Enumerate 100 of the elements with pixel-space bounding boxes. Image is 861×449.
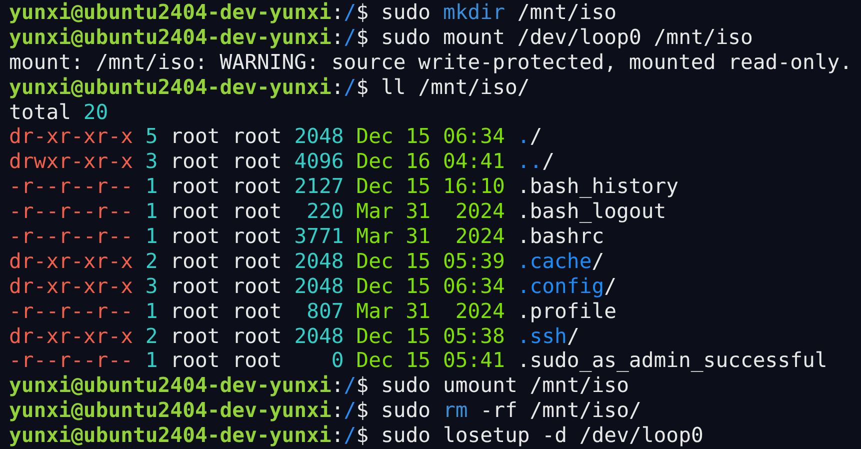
- link-count: 1: [145, 298, 158, 324]
- command-word: ll: [380, 74, 406, 100]
- command-word: sudo: [380, 398, 431, 424]
- directory-name: .cache: [517, 248, 592, 274]
- time-text: 05:41: [442, 348, 505, 374]
- group-name: root: [232, 348, 282, 374]
- group-name: root: [232, 274, 282, 299]
- prompt-path: /: [344, 74, 356, 100]
- prompt-user-host: yunxi@ubuntu2404-dev-yunxi: [9, 74, 332, 100]
- path-slash: /: [604, 274, 617, 299]
- day-text: 15: [406, 124, 431, 150]
- permissions-text: dr-xr-xr-x: [9, 248, 133, 274]
- prompt-user-host: yunxi@ubuntu2404-dev-yunxi: [9, 423, 332, 448]
- command-word: -rf: [480, 398, 518, 424]
- group-name: root: [232, 124, 282, 150]
- link-count: 5: [145, 124, 158, 150]
- file-size: 0: [330, 348, 344, 374]
- day-text: 31: [406, 199, 431, 224]
- permissions-text: dr-xr-xr-x: [9, 324, 133, 348]
- group-name: root: [232, 298, 282, 324]
- owner-name: root: [170, 224, 220, 249]
- permissions-text: -r--r--r--: [9, 298, 133, 324]
- prompt-path: /: [344, 24, 356, 50]
- command-word: sudo: [380, 373, 431, 398]
- command-word: umount: [442, 373, 518, 398]
- prompt-user-host: yunxi@ubuntu2404-dev-yunxi: [9, 0, 332, 25]
- day-text: 15: [406, 174, 431, 200]
- month-text: Dec: [356, 324, 394, 348]
- command-word: losetup: [442, 423, 530, 448]
- prompt-colon: :: [331, 398, 344, 424]
- path-slash: /: [566, 324, 580, 348]
- time-text: 2024: [454, 224, 505, 249]
- permissions-text: -r--r--r--: [9, 174, 133, 200]
- time-text: 05:39: [442, 248, 505, 274]
- command-word: /dev/loop0: [579, 423, 704, 448]
- command-word: /mnt/iso/: [530, 398, 642, 424]
- file-name: .profile: [517, 298, 617, 324]
- path-slash: /: [530, 124, 542, 150]
- command-word: sudo: [380, 423, 431, 448]
- month-text: Mar: [356, 199, 394, 224]
- month-text: Dec: [356, 274, 394, 299]
- prompt-path: /: [344, 373, 356, 398]
- owner-name: root: [170, 324, 220, 348]
- file-size: 2048: [294, 248, 344, 274]
- file-size: 2048: [294, 324, 344, 348]
- prompt-colon: :: [331, 373, 344, 398]
- link-count: 1: [145, 224, 158, 249]
- month-text: Dec: [356, 174, 394, 200]
- prompt-symbol: $: [356, 373, 369, 398]
- prompt-symbol: $: [356, 398, 369, 424]
- prompt-symbol: $: [356, 74, 369, 100]
- permissions-text: dr-xr-xr-x: [9, 274, 133, 299]
- month-text: Dec: [356, 248, 394, 274]
- command-word: sudo: [380, 24, 431, 50]
- owner-name: root: [170, 248, 220, 274]
- day-text: 15: [406, 274, 431, 299]
- file-size: 2048: [294, 124, 344, 150]
- group-name: root: [232, 248, 282, 274]
- directory-name: .ssh: [517, 324, 567, 348]
- link-count: 1: [145, 348, 158, 374]
- prompt-symbol: $: [356, 24, 369, 50]
- command-word: /mnt/iso: [530, 373, 629, 398]
- command-word: /mnt/iso: [517, 0, 617, 25]
- file-name: .sudo_as_admin_successful: [517, 348, 828, 374]
- prompt-colon: :: [331, 74, 344, 100]
- permissions-text: -r--r--r--: [9, 199, 133, 224]
- month-text: Mar: [356, 298, 394, 324]
- file-size: 220: [306, 199, 344, 224]
- prompt-path: /: [344, 423, 356, 448]
- file-name: .bash_history: [517, 174, 679, 200]
- day-text: 16: [406, 149, 431, 174]
- month-text: Dec: [356, 149, 394, 174]
- link-count: 1: [145, 199, 158, 224]
- group-name: root: [232, 149, 282, 174]
- file-size: 2127: [294, 174, 344, 200]
- permissions-text: dr-xr-xr-x: [9, 124, 133, 150]
- day-text: 31: [406, 224, 431, 249]
- file-size: 3771: [294, 224, 344, 249]
- prompt-colon: :: [331, 24, 344, 50]
- day-text: 15: [406, 248, 431, 274]
- link-count: 1: [145, 174, 158, 200]
- total-count: 20: [83, 100, 108, 124]
- time-text: 06:34: [442, 274, 505, 299]
- command-word: sudo: [380, 0, 431, 25]
- prompt-colon: :: [331, 423, 344, 448]
- path-slash: /: [542, 149, 555, 174]
- month-text: Dec: [356, 348, 394, 374]
- prompt-colon: :: [331, 0, 344, 25]
- prompt-symbol: $: [356, 0, 369, 25]
- prompt-symbol: $: [356, 423, 369, 448]
- group-name: root: [232, 224, 282, 249]
- link-count: 3: [145, 149, 158, 174]
- owner-name: root: [170, 174, 220, 200]
- permissions-text: -r--r--r--: [9, 224, 133, 249]
- command-word: /dev/loop0: [517, 24, 642, 50]
- day-text: 15: [406, 324, 431, 348]
- command-word: /mnt/iso/: [418, 74, 530, 100]
- output-text: mount: /mnt/iso: WARNING: source write-protected, mounted read-only.: [9, 50, 852, 75]
- day-text: 31: [406, 298, 431, 324]
- file-name: .bash_logout: [517, 199, 666, 224]
